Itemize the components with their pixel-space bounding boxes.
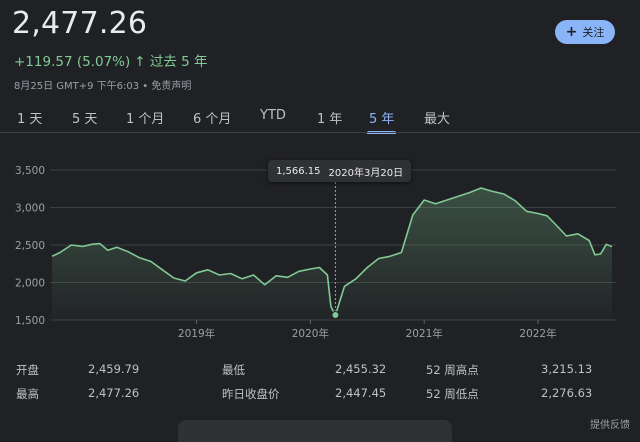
y-tick-label: 3,500 xyxy=(15,165,45,177)
stat-52w-low-value: 2,276.63 xyxy=(541,386,593,400)
change-period: 过去 5 年 xyxy=(149,54,208,70)
range-tabs: 1 天 5 天 1 个月 6 个月 YTD 1 年 5 年 最大 xyxy=(0,108,640,134)
timestamp-disclaimer: 8月25日 GMT+9 下午6:03 • 免责声明 xyxy=(14,81,192,92)
tabs-divider xyxy=(0,132,640,133)
stat-open-label: 开盘 xyxy=(16,363,39,377)
x-axis: 2019年 2020年 2021年 2022年 xyxy=(178,320,557,340)
x-tick-label: 2022年 xyxy=(519,327,556,340)
stat-low-label: 最低 xyxy=(222,363,245,377)
stat-low-value: 2,455.32 xyxy=(335,362,387,376)
bottom-banner[interactable] xyxy=(178,420,452,442)
plus-icon: + xyxy=(565,24,578,40)
y-tick-label: 2,500 xyxy=(15,240,45,252)
price-change: +119.57 (5.07%) ↑ 过去 5 年 xyxy=(14,50,208,70)
follow-label: 关注 xyxy=(582,26,605,39)
x-tick-label: 2019年 xyxy=(178,327,215,340)
stat-high-value: 2,477.26 xyxy=(88,386,140,400)
stat-prev-close-label: 昨日收盘价 xyxy=(222,387,280,401)
up-arrow-icon: ↑ xyxy=(134,54,146,70)
change-value: +119.57 (5.07%) xyxy=(14,54,131,70)
stat-52w-high-value: 3,215.13 xyxy=(541,362,593,376)
tooltip-date: 2020年3月20日 xyxy=(328,167,404,179)
y-axis: 3,500 3,000 2,500 2,000 1,500 xyxy=(15,165,45,327)
stock-price: 2,477.26 xyxy=(12,6,148,41)
stat-prev-close-value: 2,447.45 xyxy=(335,386,387,400)
x-tick-label: 2021年 xyxy=(406,327,443,340)
feedback-link[interactable]: 提供反馈 xyxy=(590,416,630,431)
tab-1d[interactable]: 1 天 xyxy=(17,108,42,127)
tab-6m[interactable]: 6 个月 xyxy=(193,108,231,127)
hover-point xyxy=(331,311,340,320)
follow-button[interactable]: + 关注 xyxy=(555,20,615,44)
y-tick-label: 3,000 xyxy=(15,203,45,215)
tab-1y[interactable]: 1 年 xyxy=(317,108,342,127)
tooltip-value: 1,566.15 xyxy=(276,165,321,177)
tab-5y[interactable]: 5 年 xyxy=(366,108,397,134)
y-tick-label: 2,000 xyxy=(15,278,45,290)
stat-52w-low-label: 52 周低点 xyxy=(426,387,479,401)
stat-high-label: 最高 xyxy=(16,387,39,401)
tab-5d[interactable]: 5 天 xyxy=(72,108,97,127)
x-tick-label: 2020年 xyxy=(292,327,329,340)
tab-1m[interactable]: 1 个月 xyxy=(126,108,164,127)
hover-tooltip: 1,566.15 2020年3月20日 xyxy=(268,160,412,182)
tab-ytd[interactable]: YTD xyxy=(260,108,286,123)
stat-52w-high-label: 52 周高点 xyxy=(426,363,479,377)
tab-max[interactable]: 最大 xyxy=(424,108,450,127)
y-tick-label: 1,500 xyxy=(15,315,45,327)
stat-open-value: 2,459.79 xyxy=(88,362,140,376)
